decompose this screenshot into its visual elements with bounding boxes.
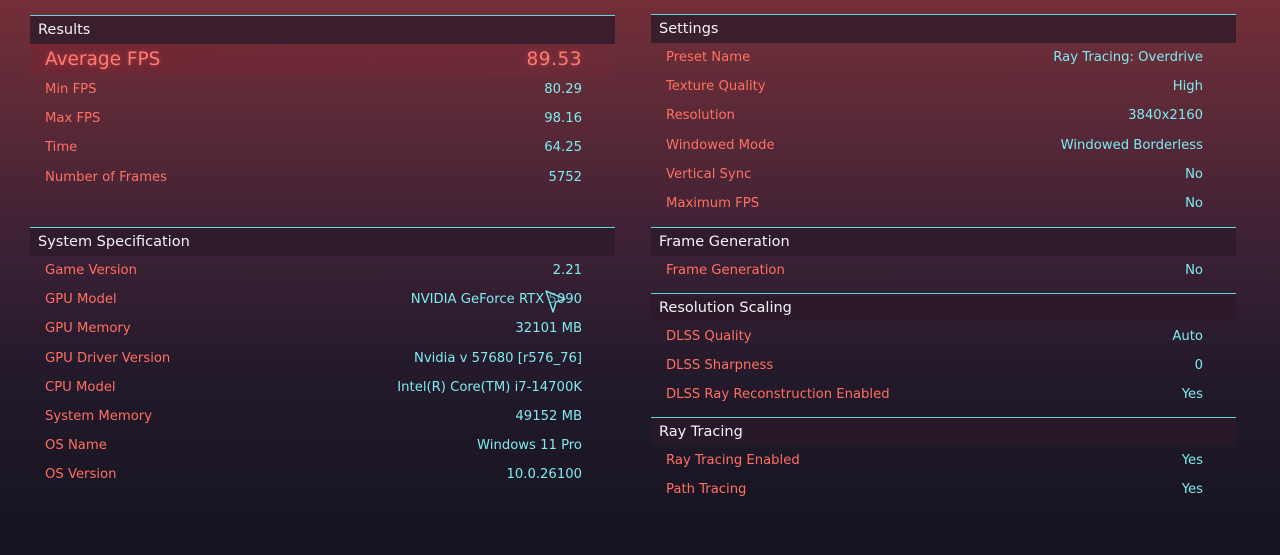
result-row-min-fps: Min FPS 80.29 bbox=[30, 75, 615, 104]
frame-generation-header: Frame Generation bbox=[651, 227, 1236, 256]
spec-row-cpu-model: CPU Model Intel(R) Core(TM) i7-14700K bbox=[30, 373, 615, 402]
result-label: Number of Frames bbox=[45, 169, 168, 185]
setting-value: Yes bbox=[1181, 387, 1203, 403]
spec-value: Intel(R) Core(TM) i7-14700K bbox=[397, 379, 582, 395]
result-value: 64.25 bbox=[544, 140, 582, 156]
spec-row-os-version: OS Version 10.0.26100 bbox=[30, 460, 615, 489]
average-fps-row: Average FPS 89.53 bbox=[30, 44, 615, 75]
setting-label: Frame Generation bbox=[666, 263, 785, 279]
spec-value: 49152 MB bbox=[515, 409, 582, 425]
spec-row-game-version: Game Version 2.21 bbox=[30, 256, 615, 285]
setting-row-path-tracing: Path Tracing Yes bbox=[651, 475, 1236, 504]
setting-value: 3840x2160 bbox=[1128, 108, 1203, 124]
result-row-frames: Number of Frames 5752 bbox=[30, 163, 615, 192]
resolution-scaling-header: Resolution Scaling bbox=[651, 293, 1236, 322]
average-fps-label: Average FPS bbox=[45, 49, 161, 70]
setting-value: No bbox=[1185, 166, 1203, 182]
setting-row-frame-generation: Frame Generation No bbox=[651, 256, 1236, 285]
spec-label: System Memory bbox=[45, 409, 153, 425]
setting-label: DLSS Ray Reconstruction Enabled bbox=[666, 387, 890, 403]
mouse-cursor-icon bbox=[545, 290, 566, 313]
result-row-time: Time 64.25 bbox=[30, 133, 615, 162]
setting-value: High bbox=[1172, 79, 1203, 95]
setting-row-dlss-quality: DLSS Quality Auto bbox=[651, 322, 1236, 351]
result-value: 98.16 bbox=[544, 111, 582, 127]
settings-header: Settings bbox=[651, 14, 1236, 43]
setting-value: Ray Tracing: Overdrive bbox=[1053, 50, 1203, 66]
spec-row-gpu-memory: GPU Memory 32101 MB bbox=[30, 314, 615, 343]
setting-row-windowed: Windowed Mode Windowed Borderless bbox=[651, 131, 1236, 160]
result-label: Max FPS bbox=[45, 111, 101, 127]
settings-panel: Settings Preset Name Ray Tracing: Overdr… bbox=[651, 14, 1236, 218]
spec-label: CPU Model bbox=[45, 379, 116, 395]
setting-label: Windowed Mode bbox=[666, 137, 775, 153]
results-header: Results bbox=[30, 15, 615, 44]
spec-value: 2.21 bbox=[552, 263, 582, 279]
result-value: 5752 bbox=[548, 169, 582, 185]
setting-row-dlss-ray-reconstruction: DLSS Ray Reconstruction Enabled Yes bbox=[651, 380, 1236, 409]
spec-label: OS Name bbox=[45, 438, 107, 454]
setting-value: 0 bbox=[1194, 358, 1203, 374]
setting-label: Preset Name bbox=[666, 50, 751, 66]
spec-row-gpu-model: GPU Model NVIDIA GeForce RTX 5090 bbox=[30, 285, 615, 314]
setting-label: DLSS Quality bbox=[666, 329, 752, 345]
setting-label: Texture Quality bbox=[666, 79, 766, 95]
setting-row-resolution: Resolution 3840x2160 bbox=[651, 101, 1236, 130]
spec-value: 32101 MB bbox=[515, 321, 582, 337]
setting-value: Auto bbox=[1172, 329, 1203, 345]
setting-value: Yes bbox=[1181, 453, 1203, 469]
spec-label: OS Version bbox=[45, 467, 117, 483]
spec-label: GPU Driver Version bbox=[45, 350, 171, 366]
resolution-scaling-panel: Resolution Scaling DLSS Quality Auto DLS… bbox=[651, 293, 1236, 410]
setting-label: Ray Tracing Enabled bbox=[666, 453, 800, 469]
setting-value: No bbox=[1185, 263, 1203, 279]
result-label: Min FPS bbox=[45, 82, 97, 98]
setting-label: DLSS Sharpness bbox=[666, 358, 774, 374]
system-spec-header: System Specification bbox=[30, 227, 615, 256]
spec-row-gpu-driver: GPU Driver Version Nvidia v 57680 [r576_… bbox=[30, 344, 615, 373]
setting-row-texture: Texture Quality High bbox=[651, 72, 1236, 101]
result-value: 80.29 bbox=[544, 82, 582, 98]
spec-label: GPU Memory bbox=[45, 321, 131, 337]
setting-row-max-fps: Maximum FPS No bbox=[651, 189, 1236, 218]
setting-value: Windowed Borderless bbox=[1060, 137, 1203, 153]
spec-label: Game Version bbox=[45, 263, 137, 279]
setting-label: Path Tracing bbox=[666, 482, 747, 498]
frame-generation-panel: Frame Generation Frame Generation No bbox=[651, 227, 1236, 285]
spec-row-system-memory: System Memory 49152 MB bbox=[30, 402, 615, 431]
setting-value: Yes bbox=[1181, 482, 1203, 498]
result-label: Time bbox=[45, 140, 78, 156]
setting-label: Resolution bbox=[666, 108, 735, 124]
system-spec-panel: System Specification Game Version 2.21 G… bbox=[30, 227, 615, 490]
setting-row-ray-tracing-enabled: Ray Tracing Enabled Yes bbox=[651, 446, 1236, 475]
ray-tracing-panel: Ray Tracing Ray Tracing Enabled Yes Path… bbox=[651, 417, 1236, 504]
setting-label: Maximum FPS bbox=[666, 196, 760, 212]
spec-row-os-name: OS Name Windows 11 Pro bbox=[30, 431, 615, 460]
setting-value: No bbox=[1185, 196, 1203, 212]
setting-row-preset: Preset Name Ray Tracing: Overdrive bbox=[651, 43, 1236, 72]
setting-row-dlss-sharpness: DLSS Sharpness 0 bbox=[651, 351, 1236, 380]
spec-value: 10.0.26100 bbox=[506, 467, 582, 483]
spec-label: GPU Model bbox=[45, 292, 117, 308]
spec-value: Nvidia v 57680 [r576_76] bbox=[413, 350, 582, 366]
setting-label: Vertical Sync bbox=[666, 166, 752, 182]
average-fps-value: 89.53 bbox=[526, 49, 582, 70]
setting-row-vsync: Vertical Sync No bbox=[651, 160, 1236, 189]
results-panel: Results Average FPS 89.53 Min FPS 80.29 … bbox=[30, 15, 615, 192]
ray-tracing-header: Ray Tracing bbox=[651, 417, 1236, 446]
spec-value: Windows 11 Pro bbox=[477, 438, 582, 454]
result-row-max-fps: Max FPS 98.16 bbox=[30, 104, 615, 133]
